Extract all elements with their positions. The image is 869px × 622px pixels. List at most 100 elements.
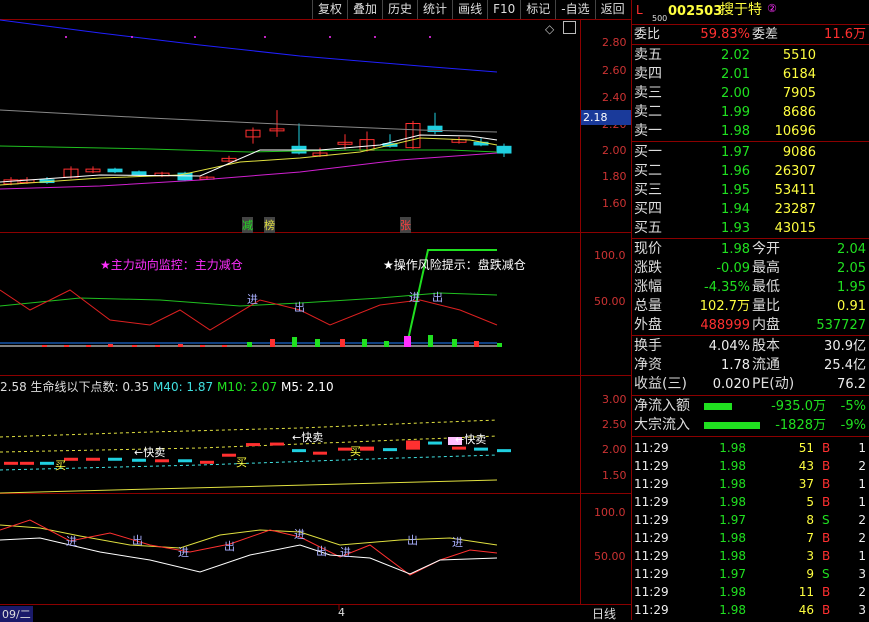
- legend-m40: M40: 1.87: [152, 380, 214, 394]
- stats-row: 收益(三) 0.020 PE(动) 76.2: [632, 375, 869, 394]
- bids-row[interactable]: 买三 1.95 53411: [632, 181, 869, 200]
- window-toggle-icon[interactable]: [563, 21, 576, 34]
- menu-item-7[interactable]: -自选: [555, 0, 594, 19]
- trade-count: 2: [858, 585, 866, 599]
- quote-label: 涨跌: [634, 260, 662, 276]
- ind2-axis-tick: 2.50: [602, 418, 627, 431]
- indicator-panel-3[interactable]: 进出进 出进出 进出进: [0, 519, 498, 610]
- ind1-volume-bar: [155, 345, 160, 347]
- quote-row: 涨跌 -0.09 最高 2.05: [632, 259, 869, 278]
- flow-bar: [704, 403, 732, 410]
- menu-item-1[interactable]: 叠加: [347, 0, 382, 19]
- stock-name: 搜于特: [720, 2, 762, 18]
- asks-row[interactable]: 卖四 2.01 6184: [632, 65, 869, 84]
- buy-signal-1: 买: [55, 459, 66, 472]
- diamond-icon[interactable]: ◇: [545, 22, 554, 36]
- buy-signal-2: 买: [236, 456, 247, 469]
- menu-item-0[interactable]: 复权: [312, 0, 347, 19]
- stock-header: L 500 002503 搜于特 ②: [632, 1, 869, 23]
- legend-m5: M5: 2.10: [281, 380, 334, 394]
- ma-gray-line: [0, 109, 498, 133]
- period-label[interactable]: 日线: [592, 605, 616, 622]
- ind3-flow-label: 进: [294, 528, 305, 541]
- flow-value: -1828万: [775, 418, 826, 433]
- top-dot: [429, 36, 431, 38]
- ind1-volume-bar: [362, 339, 367, 347]
- flow-label: 大宗流入: [634, 417, 690, 433]
- main-axis-tick: 2.80: [602, 36, 627, 49]
- flow-pct: -9%: [840, 418, 866, 433]
- asks-label: 卖四: [634, 66, 662, 82]
- asks-row[interactable]: 卖三 2.00 7905: [632, 84, 869, 103]
- ind2-candle: [200, 460, 214, 464]
- stats-label: PE(动): [752, 376, 795, 392]
- trade-side: S: [822, 513, 830, 527]
- menu-item-6[interactable]: 标记: [520, 0, 555, 19]
- ind1-volume-bar: [452, 339, 457, 347]
- stats-value: 25.4亿: [824, 358, 866, 373]
- chart-area[interactable]: 进出进出 进出进 出进出 进出进: [0, 0, 631, 620]
- trade-price: 1.97: [719, 513, 746, 527]
- quote-row: 现价 1.98 今开 2.04: [632, 240, 869, 259]
- flow-bar: [704, 422, 760, 429]
- bids-row[interactable]: 买二 1.96 26307: [632, 162, 869, 181]
- menu-item-8[interactable]: 返回: [594, 0, 630, 19]
- quote-label: 最高: [752, 260, 780, 276]
- trade-side: B: [822, 459, 831, 473]
- buy-signal-3: 买: [350, 445, 361, 458]
- weibi-label: 委比: [634, 27, 661, 42]
- ind1-flow-label: 出: [432, 290, 443, 304]
- ind2-candle: [178, 459, 192, 463]
- ind3-flow-label: 出: [224, 539, 235, 553]
- trade-count: 2: [858, 531, 866, 545]
- bids-row[interactable]: 买四 1.94 23287: [632, 200, 869, 219]
- stats-value: 4.04%: [708, 339, 750, 354]
- trade-price: 1.98: [719, 441, 746, 455]
- bids-volume: 9086: [782, 145, 816, 160]
- stock-badge: ②: [767, 2, 777, 15]
- asks-volume: 6184: [782, 67, 816, 82]
- bids-row[interactable]: 买一 1.97 9086: [632, 143, 869, 162]
- top-menu: 复权 叠加 历史 统计 画线 F10 标记 -自选 返回: [312, 0, 630, 19]
- trade-volume: 43: [798, 459, 814, 473]
- menu-item-5[interactable]: F10: [487, 0, 520, 19]
- quote-value: 537727: [816, 318, 866, 333]
- ind3-flow-label: 进: [66, 535, 77, 548]
- flow-row: 净流入额 -935.0万 -5%: [632, 397, 869, 416]
- ind3-axis-50: 50.00: [594, 550, 626, 563]
- trade-side: B: [822, 603, 831, 617]
- asks-label: 卖一: [634, 123, 662, 139]
- indicator-panel-2[interactable]: [0, 419, 511, 494]
- ind1-volume-bar: [178, 344, 183, 347]
- ind2-candle: [383, 448, 397, 452]
- quote-label: 涨幅: [634, 279, 662, 295]
- ind1-volume-bar: [474, 341, 479, 347]
- asks-row[interactable]: 卖五 2.02 5510: [632, 46, 869, 65]
- trade-row: 11:29 1.98 43 B 2: [632, 457, 869, 475]
- menu-item-2[interactable]: 历史: [382, 0, 417, 19]
- ind1-volume-bar: [270, 339, 275, 347]
- ind2-axis-tick: 1.50: [602, 469, 627, 482]
- stats-label: 收益(三): [634, 376, 687, 392]
- trade-time: 11:29: [634, 459, 669, 473]
- quote-row: 外盘 488999 内盘 537727: [632, 316, 869, 335]
- weicha-label: 委差: [752, 27, 779, 42]
- main-kline-panel[interactable]: [0, 19, 512, 190]
- bids-row[interactable]: 买五 1.93 43015: [632, 219, 869, 238]
- weibi-value: 59.83%: [700, 27, 750, 42]
- asks-row[interactable]: 卖一 1.98 10696: [632, 122, 869, 141]
- ind1-volume-bar: [64, 345, 69, 347]
- main-axis-tick: 1.80: [602, 170, 627, 183]
- quote-value: 1.98: [721, 242, 750, 257]
- ind3-flow-label: 进: [340, 546, 351, 559]
- ind2-candle: [20, 461, 34, 465]
- menu-item-4[interactable]: 画线: [452, 0, 487, 19]
- trade-time: 11:29: [634, 495, 669, 509]
- ind1-volume-bar: [292, 337, 297, 347]
- top-dot: [65, 36, 67, 38]
- main-axis-tick: 2.00: [602, 144, 627, 157]
- bids-label: 买二: [634, 163, 662, 179]
- asks-row[interactable]: 卖二 1.99 8686: [632, 103, 869, 122]
- menu-item-3[interactable]: 统计: [417, 0, 452, 19]
- ind2-candle: [222, 453, 236, 457]
